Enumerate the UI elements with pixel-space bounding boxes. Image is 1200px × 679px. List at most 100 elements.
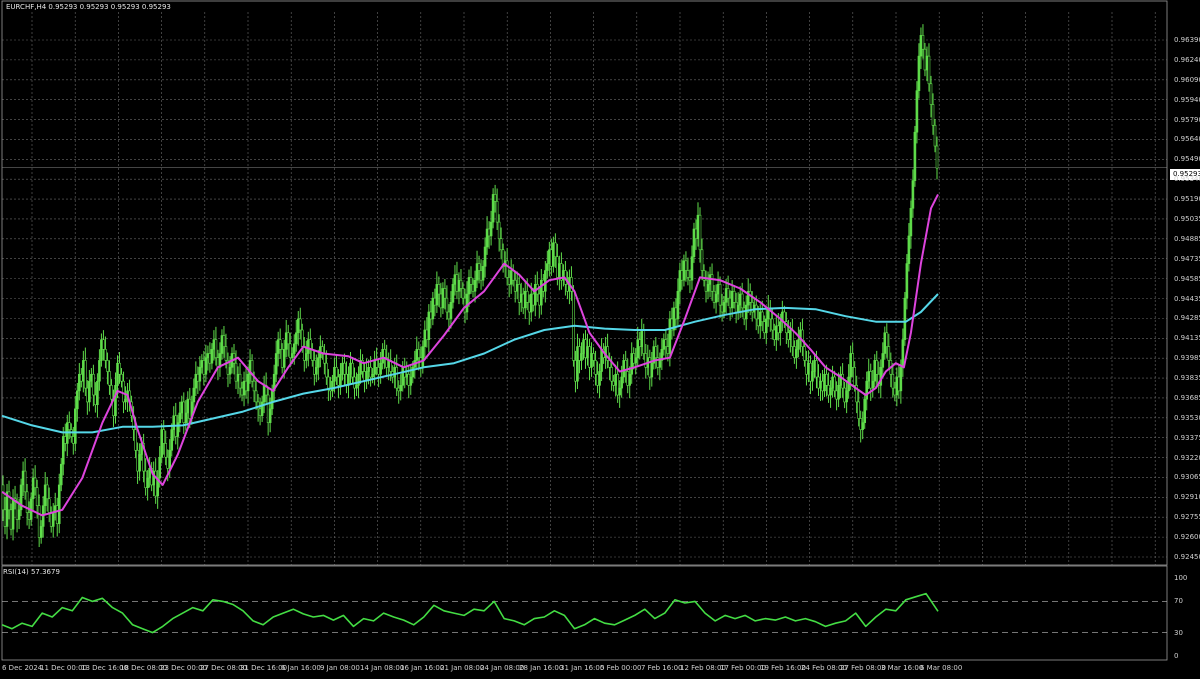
candle-body: [23, 470, 27, 493]
candle-body: [720, 304, 724, 313]
candle-body: [270, 390, 274, 410]
candle-body: [300, 329, 304, 347]
candle-body: [180, 401, 184, 414]
candle-body: [562, 270, 565, 281]
candle-body: [284, 332, 288, 350]
candle-body: [43, 484, 47, 506]
candle-body: [146, 477, 149, 488]
candle-body: [491, 194, 495, 223]
candle-body: [550, 249, 553, 267]
candle-body: [49, 512, 53, 527]
candle-body: [933, 124, 937, 147]
chart-frame: [1, 0, 1168, 661]
candle-body: [242, 380, 246, 396]
candle-body: [33, 477, 37, 488]
candle-body: [98, 360, 101, 382]
candle-body: [688, 277, 692, 281]
candle-body: [280, 349, 284, 368]
candle-body: [867, 371, 871, 382]
candle-body: [379, 362, 382, 375]
candle-body: [369, 367, 372, 378]
candle-body: [214, 339, 218, 358]
candle-body: [929, 83, 933, 105]
candle-body: [437, 284, 441, 295]
candle-body: [513, 279, 517, 292]
candle-body: [170, 429, 174, 451]
candle-body: [773, 329, 776, 340]
candle-body: [401, 367, 405, 386]
candle-body: [467, 277, 471, 295]
candle-body: [94, 394, 97, 405]
candle-body: [313, 360, 316, 375]
candle-body: [760, 311, 764, 322]
candle-body: [642, 329, 646, 354]
candle-body: [108, 371, 111, 386]
candle-body: [692, 228, 696, 257]
chart-title: EURCHF,H4 0.95293 0.95293 0.95293 0.9529…: [6, 3, 171, 11]
candle-body: [479, 270, 483, 281]
candle-body: [636, 339, 640, 358]
candle-body: [296, 318, 300, 334]
candle-body: [489, 221, 493, 237]
candle-body: [533, 284, 537, 306]
candle-body: [762, 321, 766, 334]
candle-body: [351, 362, 354, 378]
candle-body: [809, 362, 812, 382]
candle-body: [459, 279, 463, 289]
candle-body: [481, 266, 485, 281]
candle-body: [734, 302, 738, 313]
candle-body: [343, 362, 346, 375]
candle-body: [288, 343, 292, 358]
candle-body: [298, 318, 302, 331]
candle-body: [903, 297, 907, 340]
candle-body: [477, 263, 481, 271]
candle-body: [449, 302, 453, 320]
candle-body: [861, 422, 864, 430]
candle-body: [853, 367, 856, 386]
candle-body: [262, 385, 266, 403]
candle-body: [224, 346, 228, 361]
candle-body: [787, 332, 790, 340]
candle-body: [620, 376, 623, 389]
candle-body: [495, 201, 499, 223]
candle-body: [574, 360, 577, 382]
chart-window[interactable]: EURCHF,H4 0.95293 0.95293 0.95293 0.9529…: [0, 0, 1200, 675]
candle-body: [684, 260, 688, 271]
candle-body: [144, 470, 147, 488]
candle-body: [728, 297, 732, 309]
candle-body: [925, 55, 929, 71]
candle-body: [106, 360, 109, 372]
candle-body: [421, 346, 425, 368]
candle-body: [439, 293, 443, 309]
candle-body: [178, 412, 182, 423]
candle-body: [907, 235, 911, 264]
candle-body: [393, 367, 396, 378]
candle-body: [431, 297, 435, 320]
candle-body: [893, 387, 897, 396]
candle-body: [777, 325, 780, 334]
candle-body: [162, 429, 165, 444]
candle-body: [84, 360, 87, 389]
candle-body: [791, 329, 794, 347]
candle-body: [102, 339, 105, 350]
candle-body: [650, 362, 654, 378]
candle-body: [409, 376, 413, 386]
candle-body: [27, 512, 31, 520]
candle-body: [895, 376, 899, 396]
candle-body: [640, 329, 644, 347]
candle-body: [188, 398, 192, 419]
candle-body: [843, 387, 846, 403]
candle-body: [158, 456, 161, 479]
candle-body: [260, 401, 264, 417]
candle-body: [680, 270, 684, 281]
candle-body: [819, 380, 822, 389]
candle-body: [72, 436, 75, 444]
chart-canvas[interactable]: [0, 0, 1200, 675]
candle-body: [654, 346, 658, 358]
candle-body: [505, 260, 509, 278]
candle-body: [357, 373, 360, 386]
candle-body: [206, 353, 210, 358]
candle-body: [200, 360, 204, 368]
candle-body: [37, 505, 41, 538]
candle-body: [427, 311, 431, 340]
